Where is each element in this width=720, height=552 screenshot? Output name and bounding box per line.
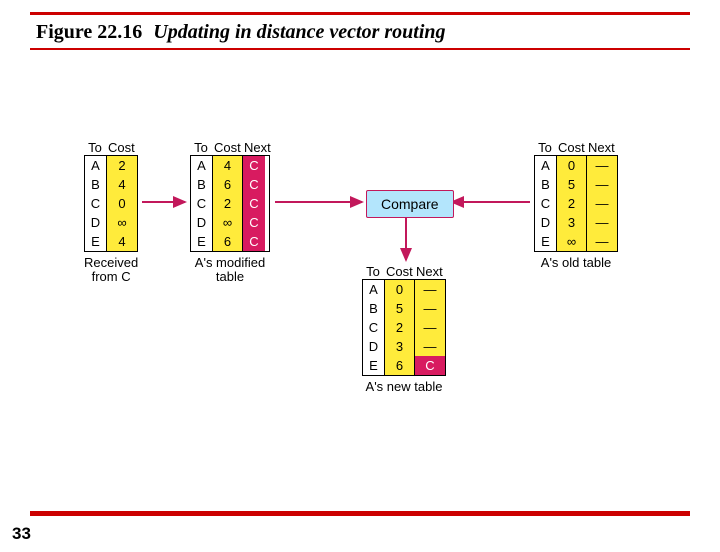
cell: C — [243, 175, 265, 194]
cell: 2 — [213, 194, 243, 213]
compare-box: Compare — [366, 190, 454, 218]
title-underline — [30, 48, 690, 50]
cell: 2 — [107, 156, 137, 175]
col-header-next: Next — [586, 140, 614, 155]
table-new: To Cost Next A B C D E 0 5 2 3 6 — — — — [362, 264, 446, 394]
cell: 3 — [557, 213, 587, 232]
table-caption: Receivedfrom C — [84, 256, 138, 285]
cell: — — [587, 156, 617, 175]
cell: D — [363, 337, 385, 356]
cell: ∞ — [213, 213, 243, 232]
cell: B — [363, 299, 385, 318]
cell: 6 — [385, 356, 415, 375]
cell: — — [587, 175, 617, 194]
cell: — — [587, 213, 617, 232]
compare-label: Compare — [381, 196, 439, 212]
col-header-next: Next — [242, 140, 270, 155]
cell: B — [535, 175, 557, 194]
cell: A — [85, 156, 107, 175]
cell: D — [535, 213, 557, 232]
cell: 4 — [213, 156, 243, 175]
cell: C — [363, 318, 385, 337]
col-header-to: To — [362, 264, 384, 279]
cell: ∞ — [107, 213, 137, 232]
cell: 0 — [557, 156, 587, 175]
cell: C — [243, 213, 265, 232]
cell: — — [415, 280, 445, 299]
cell: — — [587, 232, 617, 251]
col-header-to: To — [190, 140, 212, 155]
figure-number: Figure 22.16 — [36, 21, 142, 43]
cell: 2 — [557, 194, 587, 213]
cell: 0 — [385, 280, 415, 299]
cell: 5 — [557, 175, 587, 194]
footer-rule — [30, 511, 690, 516]
cell: D — [191, 213, 213, 232]
cell: C — [243, 194, 265, 213]
cell: D — [85, 213, 107, 232]
cell: E — [85, 232, 107, 251]
cell: 5 — [385, 299, 415, 318]
cell: E — [191, 232, 213, 251]
cell: — — [415, 318, 445, 337]
table-modified: To Cost Next A B C D E 4 6 2 ∞ 6 C C C — [190, 140, 270, 285]
cell: C — [191, 194, 213, 213]
cell: 4 — [107, 175, 137, 194]
col-header-to: To — [84, 140, 106, 155]
page-number: 33 — [12, 524, 31, 544]
cell: 6 — [213, 232, 243, 251]
table-caption: A's new table — [362, 380, 446, 394]
cell: E — [363, 356, 385, 375]
cell: — — [415, 299, 445, 318]
cell: 0 — [107, 194, 137, 213]
cell: ∞ — [557, 232, 587, 251]
col-header-cost: Cost — [212, 140, 242, 155]
cell: C — [535, 194, 557, 213]
cell: 6 — [213, 175, 243, 194]
cell: A — [535, 156, 557, 175]
cell: 4 — [107, 232, 137, 251]
col-header-to: To — [534, 140, 556, 155]
cell: E — [535, 232, 557, 251]
cell: A — [191, 156, 213, 175]
table-caption: A's old table — [534, 256, 618, 270]
col-header-cost: Cost — [556, 140, 586, 155]
col-header-cost: Cost — [384, 264, 414, 279]
cell: C — [85, 194, 107, 213]
cell: — — [415, 337, 445, 356]
cell: 2 — [385, 318, 415, 337]
diagram-area: To Cost A B C D E 2 4 0 ∞ 4 Receivedfrom… — [0, 122, 720, 462]
cell: A — [363, 280, 385, 299]
cell: C — [243, 156, 265, 175]
figure-caption: Updating in distance vector routing — [153, 21, 445, 43]
table-received: To Cost A B C D E 2 4 0 ∞ 4 Receivedfrom… — [84, 140, 138, 285]
table-caption: A's modifiedtable — [190, 256, 270, 285]
table-old: To Cost Next A B C D E 0 5 2 3 ∞ — — — — [534, 140, 618, 270]
cell: — — [587, 194, 617, 213]
col-header-cost: Cost — [106, 140, 136, 155]
cell: B — [85, 175, 107, 194]
cell: 3 — [385, 337, 415, 356]
cell: B — [191, 175, 213, 194]
figure-title: Figure 22.16 Updating in distance vector… — [0, 15, 720, 48]
cell: C — [415, 356, 445, 375]
cell: C — [243, 232, 265, 251]
col-header-next: Next — [414, 264, 442, 279]
